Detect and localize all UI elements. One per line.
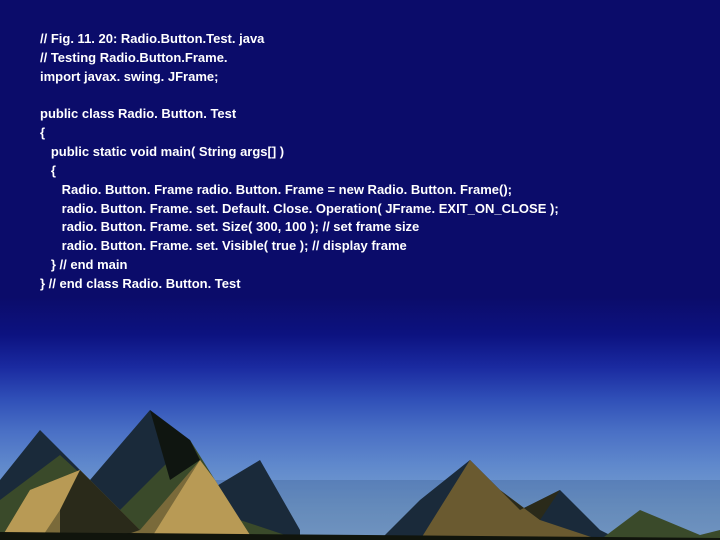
- code-line: import javax. swing. JFrame;: [40, 69, 218, 84]
- code-line: public static void main( String args[] ): [40, 144, 284, 159]
- code-line: {: [40, 163, 56, 178]
- code-block: // Fig. 11. 20: Radio.Button.Test. java …: [40, 30, 700, 294]
- code-line: // Testing Radio.Button.Frame.: [40, 50, 228, 65]
- code-line: radio. Button. Frame. set. Visible( true…: [40, 238, 407, 253]
- code-line: radio. Button. Frame. set. Size( 300, 10…: [40, 219, 419, 234]
- code-line: public class Radio. Button. Test: [40, 106, 236, 121]
- code-line: radio. Button. Frame. set. Default. Clos…: [40, 201, 559, 216]
- slide: // Fig. 11. 20: Radio.Button.Test. java …: [0, 0, 720, 540]
- code-line: } // end main: [40, 257, 127, 272]
- code-line: Radio. Button. Frame radio. Button. Fram…: [40, 182, 512, 197]
- code-line: // Fig. 11. 20: Radio.Button.Test. java: [40, 31, 264, 46]
- code-line: {: [40, 125, 45, 140]
- code-line: } // end class Radio. Button. Test: [40, 276, 241, 291]
- mountain-artwork: [0, 360, 720, 540]
